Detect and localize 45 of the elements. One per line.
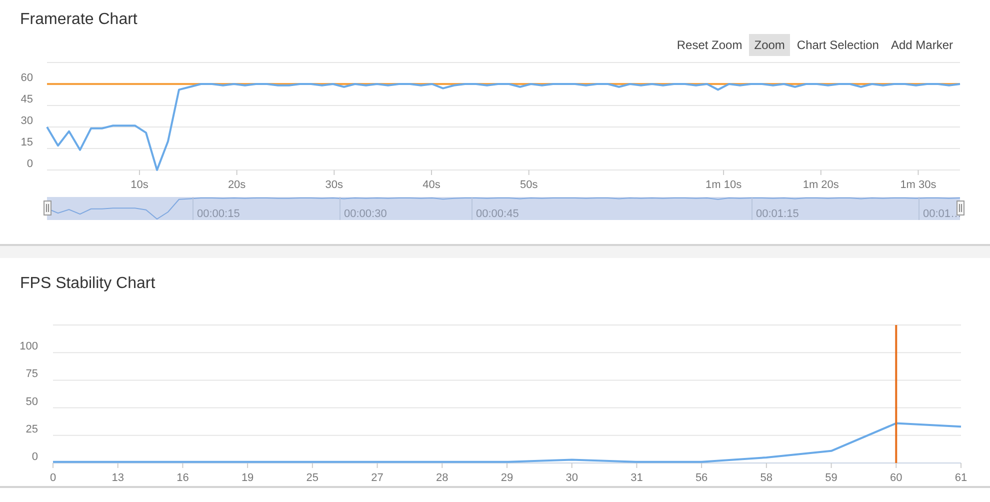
axis-label: 31 <box>630 472 643 484</box>
time-label: 00:00:30 <box>344 208 387 220</box>
axis-label: 30 <box>566 472 578 484</box>
axis-label: 100 <box>20 340 38 353</box>
toolbar-button[interactable]: Reset Zoom <box>672 34 748 56</box>
axis-label: 30s <box>325 179 344 191</box>
axis-label: 0 <box>26 158 33 170</box>
axis-label: 50 <box>26 396 38 408</box>
axis-label: 10s <box>130 179 148 191</box>
toolbar-button[interactable]: Add Marker <box>886 34 958 56</box>
axis-label: 0 <box>32 451 38 463</box>
axis-label: 25 <box>26 423 38 436</box>
axis-label: 50s <box>520 179 538 191</box>
toolbar-button[interactable]: Chart Selection <box>792 34 884 56</box>
time-label: 00:00:15 <box>197 208 240 220</box>
axis-label: 1m 30s <box>900 179 936 191</box>
time-label: 00:01:15 <box>756 208 799 220</box>
axis-label: 40s <box>422 179 440 191</box>
axis-label: 30 <box>20 115 33 127</box>
axis-label: 0 <box>50 472 56 484</box>
axis-label: 25 <box>306 472 319 484</box>
axis-label: 56 <box>695 472 708 484</box>
axis-label: 19 <box>241 472 254 484</box>
axis-label: 1m 20s <box>802 179 839 191</box>
time-label: 00:00:45 <box>476 208 519 220</box>
axis-label: 60 <box>890 472 902 484</box>
axis-label: 45 <box>20 94 33 106</box>
axis-label: 20s <box>228 179 246 191</box>
axis-label: 60 <box>20 72 33 84</box>
axis-label: 59 <box>825 472 838 484</box>
axis-label: 16 <box>176 472 189 484</box>
range-handle[interactable] <box>44 200 52 216</box>
axis-label: 61 <box>954 472 968 484</box>
axis-label: 75 <box>26 368 38 380</box>
axis-label: 29 <box>500 472 514 484</box>
chart-title: FPS Stability Chart <box>19 274 156 294</box>
axis-label: 13 <box>112 472 124 484</box>
axis-label: 1m 10s <box>706 179 742 191</box>
axis-label: 15 <box>20 136 33 148</box>
axis-label: 58 <box>760 472 773 484</box>
axis-label: 28 <box>436 472 448 484</box>
chart-title: Framerate Chart <box>19 10 138 30</box>
axis-label: 27 <box>371 472 384 484</box>
time-label: 00:01… <box>923 208 962 220</box>
toolbar-button[interactable]: Zoom <box>749 34 790 56</box>
